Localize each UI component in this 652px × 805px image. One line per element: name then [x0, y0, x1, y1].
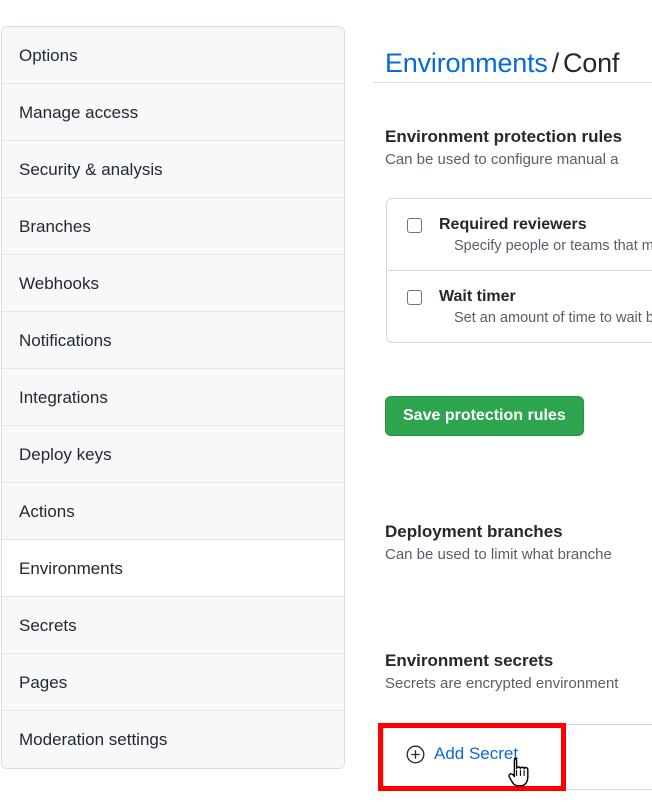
sidebar-item-webhooks[interactable]: Webhooks — [2, 255, 344, 312]
sidebar-item-integrations[interactable]: Integrations — [2, 369, 344, 426]
protection-rule-label[interactable]: Required reviewers — [439, 216, 587, 234]
sidebar-item-label: Branches — [19, 217, 91, 236]
sidebar-item-label: Manage access — [19, 103, 138, 122]
sidebar-item-options[interactable]: Options — [2, 27, 344, 84]
protection-rule-row: Required reviewers Specify people or team… — [387, 199, 652, 271]
sidebar-item-label: Options — [19, 46, 78, 65]
protection-rule-description: Specify people or teams that may — [454, 238, 652, 254]
add-secret-label: Add Secret — [434, 744, 518, 764]
protection-rule-header: Required reviewers — [407, 216, 652, 234]
sidebar-item-deploy-keys[interactable]: Deploy keys — [2, 426, 344, 483]
protection-rule-header: Wait timer — [407, 288, 652, 306]
section-deployment-branches: Deployment branches Can be used to limit… — [385, 522, 612, 563]
sidebar-item-label: Actions — [19, 502, 75, 521]
sidebar-item-label: Moderation settings — [19, 730, 167, 749]
sidebar-item-actions[interactable]: Actions — [2, 483, 344, 540]
deployment-branches-title: Deployment branches — [385, 522, 612, 542]
protection-rule-description: Set an amount of time to wait bet — [454, 310, 652, 326]
section-environment-protection-rules: Environment protection rules Can be used… — [385, 127, 622, 168]
sidebar-item-branches[interactable]: Branches — [2, 198, 344, 255]
protection-rules-box: Required reviewers Specify people or team… — [386, 198, 652, 343]
checkbox-wait-timer[interactable] — [407, 290, 422, 305]
page-root: Options Manage access Security & analysis B… — [0, 0, 652, 805]
sidebar-item-label: Secrets — [19, 616, 77, 635]
heading-divider — [373, 82, 652, 83]
breadcrumb-separator: / — [548, 48, 563, 78]
sidebar-item-label: Webhooks — [19, 274, 99, 293]
deployment-branches-description: Can be used to limit what branche — [385, 546, 612, 563]
sidebar-item-moderation-settings[interactable]: Moderation settings — [2, 711, 344, 768]
sidebar-item-label: Environments — [19, 559, 123, 578]
sidebar-item-environments[interactable]: Environments — [2, 540, 344, 597]
protection-rules-title: Environment protection rules — [385, 127, 622, 147]
sidebar-item-label: Security & analysis — [19, 160, 163, 179]
sidebar-item-notifications[interactable]: Notifications — [2, 312, 344, 369]
save-protection-rules-button[interactable]: Save protection rules — [385, 396, 584, 436]
breadcrumb-link-environments[interactable]: Environments — [385, 48, 548, 78]
main-content: Environments/Conf Environment protection… — [385, 0, 652, 805]
protection-rule-row: Wait timer Set an amount of time to wait … — [387, 271, 652, 342]
environment-secrets-description: Secrets are encrypted environment — [385, 675, 618, 692]
protection-rules-description: Can be used to configure manual a — [385, 151, 622, 168]
protection-rule-label[interactable]: Wait timer — [439, 288, 516, 306]
sidebar-item-label: Notifications — [19, 331, 112, 350]
plus-circle-icon — [406, 745, 425, 764]
sidebar-item-label: Deploy keys — [19, 445, 112, 464]
section-environment-secrets: Environment secrets Secrets are encrypte… — [385, 651, 618, 692]
sidebar-item-label: Pages — [19, 673, 67, 692]
environment-secrets-card: Add Secret — [383, 724, 652, 790]
sidebar-item-secrets[interactable]: Secrets — [2, 597, 344, 654]
sidebar-item-security-analysis[interactable]: Security & analysis — [2, 141, 344, 198]
environment-secrets-title: Environment secrets — [385, 651, 618, 671]
settings-sidebar: Options Manage access Security & analysis B… — [1, 26, 345, 769]
breadcrumb-current: Conf — [563, 48, 619, 78]
page-title: Environments/Conf — [385, 48, 619, 79]
sidebar-item-label: Integrations — [19, 388, 108, 407]
sidebar-item-pages[interactable]: Pages — [2, 654, 344, 711]
checkbox-required-reviewers[interactable] — [407, 218, 422, 233]
add-secret-button[interactable]: Add Secret — [406, 744, 518, 764]
sidebar-item-manage-access[interactable]: Manage access — [2, 84, 344, 141]
